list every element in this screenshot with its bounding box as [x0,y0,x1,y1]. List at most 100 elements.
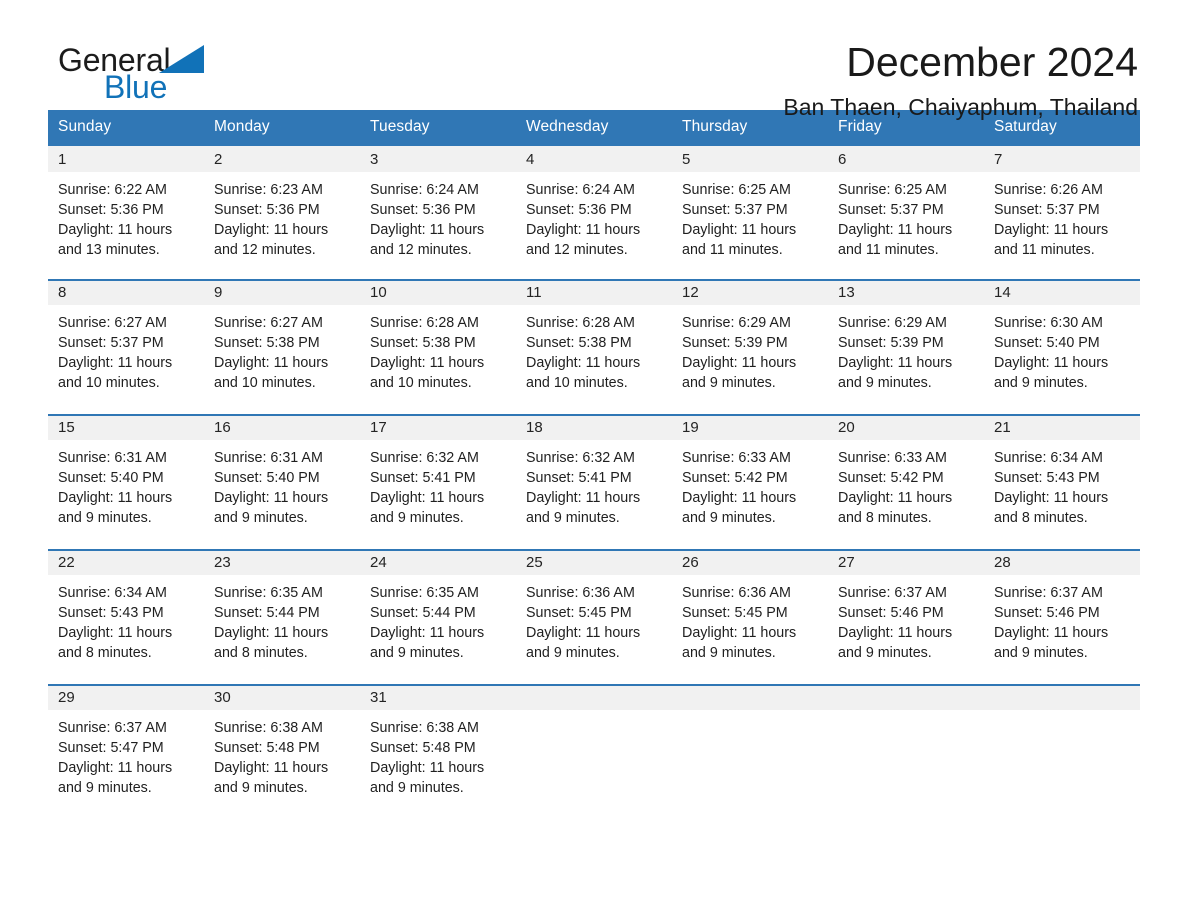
sunrise-time: Sunrise: 6:37 AM [58,719,167,736]
daylight-duration-line1: Daylight: 11 hours [370,625,485,642]
daylight-duration-line2: and 9 minutes. [58,510,152,527]
calendar-day[interactable]: 27 Sunrise: 6:37 AM Sunset: 5:46 PM Dayligh… [828,550,984,684]
day-number: 29 [48,685,204,710]
calendar-day[interactable]: 6 Sunrise: 6:25 AM Sunset: 5:37 PM Daylight… [828,145,984,279]
calendar-day[interactable]: 5 Sunrise: 6:25 AM Sunset: 5:37 PM Daylight… [672,145,828,279]
day-number: 9 [204,280,360,305]
day-details: Sunrise: 6:36 AM Sunset: 5:45 PM Daylight:… [516,575,672,664]
calendar-day[interactable]: 20 Sunrise: 6:33 AM Sunset: 5:42 PM Dayligh… [828,415,984,549]
calendar-day-empty [984,685,1140,819]
calendar-day[interactable]: 28 Sunrise: 6:37 AM Sunset: 5:46 PM Dayligh… [984,550,1140,684]
day-details: Sunrise: 6:28 AM Sunset: 5:38 PM Daylight:… [516,305,672,394]
calendar-cell: 14 Sunrise: 6:30 AM Sunset: 5:40 PM Dayligh… [984,278,1140,415]
sunset-time: Sunset: 5:40 PM [58,469,164,486]
day-details: Sunrise: 6:37 AM Sunset: 5:46 PM Daylight:… [984,575,1140,664]
calendar-week-row: 1 Sunrise: 6:22 AM Sunset: 5:36 PM Daylight… [48,145,1140,280]
day-details: Sunrise: 6:24 AM Sunset: 5:36 PM Daylight:… [360,172,516,261]
sunrise-time: Sunrise: 6:29 AM [838,314,947,331]
sunset-time: Sunset: 5:45 PM [682,604,788,621]
calendar-day[interactable]: 31 Sunrise: 6:38 AM Sunset: 5:48 PM Dayligh… [360,685,516,819]
calendar-cell: 29 Sunrise: 6:37 AM Sunset: 5:47 PM Dayligh… [48,683,204,819]
page-title: December 2024 [846,39,1138,85]
calendar-cell: 6 Sunrise: 6:25 AM Sunset: 5:37 PM Daylight… [828,145,984,280]
day-number: 6 [828,145,984,172]
calendar-day[interactable]: 16 Sunrise: 6:31 AM Sunset: 5:40 PM Dayligh… [204,415,360,549]
calendar-day[interactable]: 13 Sunrise: 6:29 AM Sunset: 5:39 PM Dayligh… [828,280,984,414]
calendar-cell: 21 Sunrise: 6:34 AM Sunset: 5:43 PM Dayligh… [984,413,1140,550]
day-number: 22 [48,550,204,575]
calendar-day[interactable]: 14 Sunrise: 6:30 AM Sunset: 5:40 PM Dayligh… [984,280,1140,414]
calendar-day[interactable]: 23 Sunrise: 6:35 AM Sunset: 5:44 PM Dayligh… [204,550,360,684]
calendar-day[interactable]: 1 Sunrise: 6:22 AM Sunset: 5:36 PM Daylight… [48,145,204,279]
daylight-duration-line1: Daylight: 11 hours [370,222,485,239]
sunset-time: Sunset: 5:42 PM [682,469,788,486]
calendar-week-row: 29 Sunrise: 6:37 AM Sunset: 5:47 PM Dayligh… [48,683,1140,819]
sunrise-time: Sunrise: 6:24 AM [526,181,635,198]
calendar-day[interactable]: 29 Sunrise: 6:37 AM Sunset: 5:47 PM Dayligh… [48,685,204,819]
calendar-day[interactable]: 9 Sunrise: 6:27 AM Sunset: 5:38 PM Daylight… [204,280,360,414]
sunset-time: Sunset: 5:40 PM [994,334,1100,351]
daylight-duration-line2: and 8 minutes. [838,510,932,527]
calendar-cell: 26 Sunrise: 6:36 AM Sunset: 5:45 PM Dayligh… [672,548,828,685]
daylight-duration-line2: and 12 minutes. [370,242,472,259]
day-details: Sunrise: 6:34 AM Sunset: 5:43 PM Daylight:… [984,440,1140,529]
calendar-day[interactable]: 30 Sunrise: 6:38 AM Sunset: 5:48 PM Dayligh… [204,685,360,819]
calendar-week-row: 22 Sunrise: 6:34 AM Sunset: 5:43 PM Dayligh… [48,548,1140,685]
sunset-time: Sunset: 5:43 PM [58,604,164,621]
day-details: Sunrise: 6:29 AM Sunset: 5:39 PM Daylight:… [672,305,828,394]
sunrise-time: Sunrise: 6:38 AM [370,719,479,736]
daylight-duration-line2: and 9 minutes. [526,645,620,662]
daylight-duration-line1: Daylight: 11 hours [682,355,797,372]
calendar-day[interactable]: 11 Sunrise: 6:28 AM Sunset: 5:38 PM Dayligh… [516,280,672,414]
sunrise-time: Sunrise: 6:25 AM [682,181,791,198]
daylight-duration-line1: Daylight: 11 hours [682,222,797,239]
calendar-day[interactable]: 7 Sunrise: 6:26 AM Sunset: 5:37 PM Daylight… [984,145,1140,279]
calendar-day[interactable]: 10 Sunrise: 6:28 AM Sunset: 5:38 PM Dayligh… [360,280,516,414]
calendar-day[interactable]: 18 Sunrise: 6:32 AM Sunset: 5:41 PM Dayligh… [516,415,672,549]
calendar-day[interactable]: 25 Sunrise: 6:36 AM Sunset: 5:45 PM Dayligh… [516,550,672,684]
calendar-day[interactable]: 4 Sunrise: 6:24 AM Sunset: 5:36 PM Daylight… [516,145,672,279]
calendar-cell: 5 Sunrise: 6:25 AM Sunset: 5:37 PM Daylight… [672,145,828,280]
calendar-cell: 11 Sunrise: 6:28 AM Sunset: 5:38 PM Dayligh… [516,278,672,415]
sunset-time: Sunset: 5:36 PM [526,201,632,218]
daylight-duration-line2: and 8 minutes. [994,510,1088,527]
calendar-day[interactable]: 2 Sunrise: 6:23 AM Sunset: 5:36 PM Daylight… [204,145,360,279]
daylight-duration-line1: Daylight: 11 hours [838,222,953,239]
calendar-cell: 17 Sunrise: 6:32 AM Sunset: 5:41 PM Dayligh… [360,413,516,550]
daylight-duration-line2: and 9 minutes. [682,645,776,662]
calendar-cell: 7 Sunrise: 6:26 AM Sunset: 5:37 PM Daylight… [984,145,1140,280]
weekday-header-monday: Monday [204,110,360,146]
weekday-header-sunday: Sunday [48,110,204,146]
calendar-day[interactable]: 19 Sunrise: 6:33 AM Sunset: 5:42 PM Dayligh… [672,415,828,549]
calendar-day[interactable]: 15 Sunrise: 6:31 AM Sunset: 5:40 PM Dayligh… [48,415,204,549]
calendar-cell: 30 Sunrise: 6:38 AM Sunset: 5:48 PM Dayligh… [204,683,360,819]
day-number: 7 [984,145,1140,172]
sunset-time: Sunset: 5:36 PM [370,201,476,218]
daylight-duration-line2: and 10 minutes. [526,375,628,392]
day-details: Sunrise: 6:34 AM Sunset: 5:43 PM Daylight:… [48,575,204,664]
calendar-day[interactable]: 8 Sunrise: 6:27 AM Sunset: 5:37 PM Daylight… [48,280,204,414]
calendar-day[interactable]: 21 Sunrise: 6:34 AM Sunset: 5:43 PM Dayligh… [984,415,1140,549]
daylight-duration-line2: and 12 minutes. [214,242,316,259]
daylight-duration-line2: and 8 minutes. [214,645,308,662]
day-number: 24 [360,550,516,575]
sunrise-time: Sunrise: 6:29 AM [682,314,791,331]
generalblue-logo[interactable]: General Blue [58,44,288,110]
calendar-day[interactable]: 3 Sunrise: 6:24 AM Sunset: 5:36 PM Daylight… [360,145,516,279]
sunrise-time: Sunrise: 6:37 AM [838,584,947,601]
calendar-day[interactable]: 12 Sunrise: 6:29 AM Sunset: 5:39 PM Dayligh… [672,280,828,414]
day-number: 28 [984,550,1140,575]
sunrise-time: Sunrise: 6:26 AM [994,181,1103,198]
daylight-duration-line1: Daylight: 11 hours [526,490,641,507]
daylight-duration-line2: and 10 minutes. [58,375,160,392]
sunset-time: Sunset: 5:47 PM [58,739,164,756]
calendar-day[interactable]: 22 Sunrise: 6:34 AM Sunset: 5:43 PM Dayligh… [48,550,204,684]
daylight-duration-line2: and 9 minutes. [682,375,776,392]
calendar-day[interactable]: 24 Sunrise: 6:35 AM Sunset: 5:44 PM Dayligh… [360,550,516,684]
calendar-day[interactable]: 17 Sunrise: 6:32 AM Sunset: 5:41 PM Dayligh… [360,415,516,549]
calendar-day[interactable]: 26 Sunrise: 6:36 AM Sunset: 5:45 PM Dayligh… [672,550,828,684]
day-number: 21 [984,415,1140,440]
sunrise-time: Sunrise: 6:30 AM [994,314,1103,331]
day-number: 23 [204,550,360,575]
sunset-time: Sunset: 5:36 PM [214,201,320,218]
